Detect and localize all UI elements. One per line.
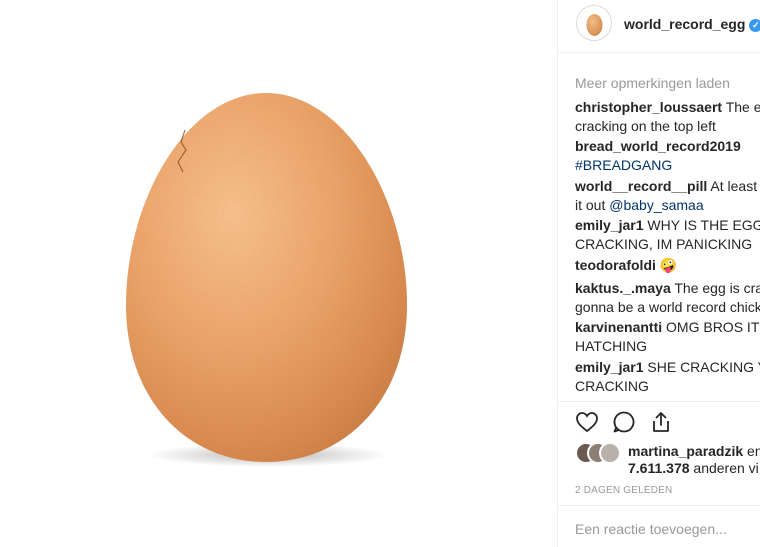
comment-username[interactable]: world__record__pill [575, 178, 707, 194]
comment-item: emily_jar1 WHY IS THE EGG CRACKING, IM P… [575, 216, 760, 254]
avatar[interactable] [576, 5, 612, 41]
comment-text: HATCHING [575, 338, 648, 354]
comment-item: teodorafoldi 🤪 [575, 256, 760, 275]
divider [558, 505, 760, 506]
comment-username[interactable]: bread_world_record2019 [575, 137, 760, 156]
add-comment-input[interactable]: Een reactie toevoegen... [575, 521, 727, 537]
mention-link[interactable]: @baby_samaa [609, 197, 703, 213]
likes-count-link[interactable]: 7.611.378 anderen vi [628, 460, 759, 476]
emoji-icon: 🤪 [659, 257, 678, 273]
hashtag-link[interactable]: #BREADGANG [575, 156, 760, 175]
comment-item: emily_jar1 SHE CRACKING YA CRACKING [575, 358, 760, 396]
comment-text: gonna be a world record chicke [575, 299, 760, 315]
comment-username[interactable]: teodorafoldi [575, 257, 656, 273]
post-header: world_record_egg ✓ [558, 0, 760, 50]
post-sidebar: world_record_egg ✓ Meer opmerkingen laden… [557, 0, 760, 547]
divider [558, 401, 760, 402]
comment-text: CRACKING, IM PANICKING [575, 236, 753, 252]
comment-username[interactable]: emily_jar1 [575, 359, 644, 375]
comment-text: SHE CRACKING YA [647, 359, 760, 375]
comment-username[interactable]: christopher_loussaert [575, 99, 722, 115]
comment-username[interactable]: kaktus._.maya [575, 280, 671, 296]
comment-username[interactable]: emily_jar1 [575, 217, 644, 233]
load-more-comments-link[interactable]: Meer opmerkingen laden [575, 75, 730, 91]
verified-badge-icon: ✓ [749, 19, 760, 32]
post-timestamp: 2 DAGEN GELEDEN [575, 485, 673, 496]
liker-avatar[interactable] [599, 442, 621, 464]
share-icon[interactable] [649, 410, 673, 434]
comment-item: kaktus._.maya The egg is crac gonna be a… [575, 279, 760, 317]
egg-image [126, 93, 407, 467]
comment-text: WHY IS THE EGG [647, 217, 760, 233]
username-link[interactable]: world_record_egg ✓ [624, 16, 760, 32]
likes-summary: martina_paradzik en 7.611.378 anderen vi [575, 440, 760, 480]
comment-icon[interactable] [612, 410, 636, 434]
divider [558, 52, 760, 53]
comment-item: bread_world_record2019 #BREADGANG [575, 137, 760, 175]
comment-item: christopher_loussaert The eg cracking on… [575, 98, 760, 136]
comment-text: The eg [725, 99, 760, 115]
comment-text: it out [575, 197, 610, 213]
comment-username[interactable]: karvinenantti [575, 319, 662, 335]
comment-item: karvinenantti OMG BROS ITS HATCHING [575, 318, 760, 356]
comment-text: cracking on the top left [575, 118, 716, 134]
likes-connector: en [747, 443, 760, 459]
comment-text: The egg is crac [674, 280, 760, 296]
heart-icon[interactable] [575, 410, 599, 434]
comment-text: At least ju [710, 178, 760, 194]
comment-item: world__record__pill At least ju it out @… [575, 177, 760, 215]
comment-text: CRACKING [575, 378, 649, 394]
liker-username[interactable]: martina_paradzik [628, 443, 743, 459]
post-photo[interactable] [0, 0, 556, 547]
comment-text: OMG BROS ITS [666, 319, 760, 335]
